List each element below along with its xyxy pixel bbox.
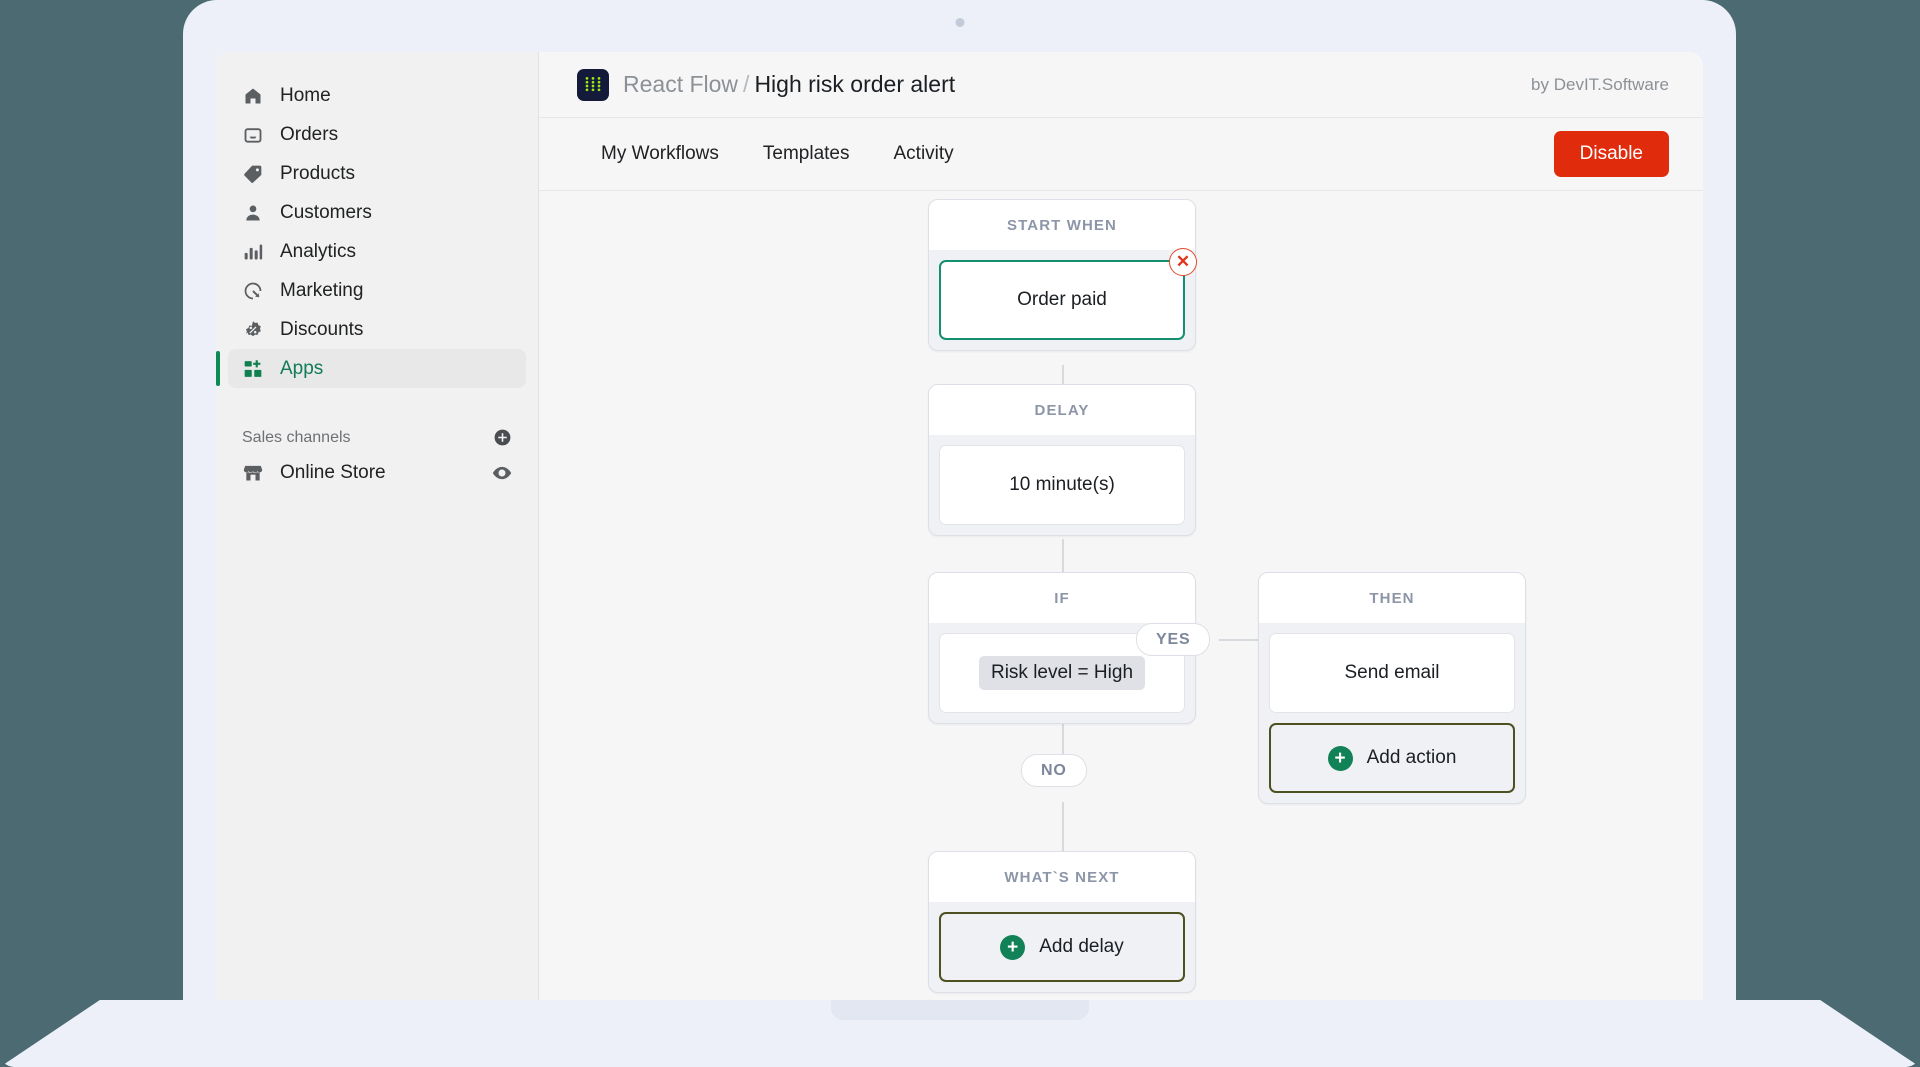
tab-templates[interactable]: Templates	[763, 143, 850, 165]
megaphone-icon	[242, 280, 264, 302]
laptop-mockup-scene: Home Orders Products Customers Analytics…	[0, 0, 1920, 1067]
edge-label-no: NO	[1021, 754, 1087, 787]
page-title: High risk order alert	[754, 71, 956, 97]
sidebar-item-orders[interactable]: Orders	[228, 115, 526, 154]
tab-my-workflows[interactable]: My Workflows	[601, 143, 719, 165]
sidebar-item-label: Orders	[280, 123, 339, 145]
sidebar-item-label: Apps	[280, 357, 324, 379]
node-delay[interactable]: DELAY 10 minute(s)	[928, 384, 1196, 536]
laptop-camera-dot	[955, 18, 964, 27]
home-icon	[242, 85, 264, 107]
sidebar-item-customers[interactable]: Customers	[228, 193, 526, 232]
node-body: Send email + Add action	[1259, 623, 1525, 803]
apps-icon	[242, 358, 264, 380]
sidebar-item-label: Discounts	[280, 318, 364, 340]
sidebar: Home Orders Products Customers Analytics…	[216, 52, 539, 1000]
node-body: + Add delay	[929, 902, 1195, 992]
bar-chart-icon	[242, 241, 264, 263]
main-area: React Flow / High risk order alert by DevI…	[539, 52, 1703, 1000]
node-whats-next[interactable]: WHAT`S NEXT + Add delay	[928, 851, 1196, 993]
sidebar-item-label: Online Store	[280, 461, 386, 483]
react-flow-app-icon	[577, 68, 609, 101]
eye-icon[interactable]	[492, 463, 512, 483]
app-screen: Home Orders Products Customers Analytics…	[216, 52, 1703, 1000]
laptop-base-notch	[831, 1000, 1089, 1020]
trigger-card[interactable]: Order paid	[939, 260, 1185, 340]
sidebar-item-label: Analytics	[280, 240, 357, 262]
add-action-label: Add action	[1366, 747, 1457, 768]
vendor-label: by DevIT.Software	[1531, 74, 1669, 94]
plus-circle-icon[interactable]	[493, 428, 512, 447]
sidebar-item-products[interactable]: Products	[228, 154, 526, 193]
action-card-send-email[interactable]: Send email	[1269, 633, 1515, 713]
plus-circle-icon: +	[1327, 745, 1353, 771]
node-start-when[interactable]: START WHEN Order paid ✕	[928, 199, 1197, 351]
workflow-canvas[interactable]: START WHEN Order paid ✕ DELAY 10 minute(…	[539, 191, 1703, 1000]
node-body: Order paid ✕	[929, 248, 1197, 350]
delay-card[interactable]: 10 minute(s)	[939, 445, 1185, 525]
sidebar-item-apps[interactable]: Apps	[216, 349, 526, 388]
sidebar-item-marketing[interactable]: Marketing	[228, 271, 526, 310]
add-delay-label: Add delay	[1039, 936, 1124, 957]
node-title: DELAY	[929, 385, 1195, 435]
breadcrumb-app-name[interactable]: React Flow	[623, 71, 738, 97]
node-then[interactable]: THEN Send email + Add action	[1258, 572, 1526, 804]
close-circle-icon[interactable]: ✕	[1169, 248, 1197, 276]
tab-bar: My Workflows Templates Activity Disable	[539, 118, 1703, 191]
edge-no-to-next	[1062, 802, 1064, 852]
sidebar-item-label: Home	[280, 84, 331, 106]
node-title: THEN	[1259, 573, 1525, 623]
node-body: 10 minute(s)	[929, 435, 1195, 535]
sidebar-item-home[interactable]: Home	[228, 76, 526, 115]
person-icon	[242, 202, 264, 224]
sidebar-item-discounts[interactable]: Discounts	[228, 310, 526, 349]
breadcrumb: React Flow / High risk order alert	[623, 71, 955, 98]
disable-button[interactable]: Disable	[1553, 131, 1669, 177]
sidebar-item-label: Marketing	[280, 279, 364, 301]
plus-circle-icon: +	[1000, 934, 1026, 960]
breadcrumb-separator: /	[743, 71, 750, 97]
sales-channels-section-header: Sales channels	[242, 428, 512, 447]
add-action-button[interactable]: + Add action	[1269, 723, 1515, 793]
sales-channels-title: Sales channels	[242, 428, 351, 446]
node-title: IF	[929, 573, 1195, 623]
tab-activity[interactable]: Activity	[894, 143, 954, 165]
app-header: React Flow / High risk order alert by DevI…	[539, 52, 1703, 118]
node-title: WHAT`S NEXT	[929, 852, 1195, 902]
edge-label-yes: YES	[1136, 623, 1211, 656]
discount-icon	[242, 319, 264, 341]
sidebar-item-label: Customers	[280, 201, 372, 223]
sidebar-item-online-store[interactable]: Online Store	[228, 453, 526, 492]
sidebar-item-label: Products	[280, 162, 355, 184]
add-delay-button[interactable]: + Add delay	[939, 912, 1185, 982]
condition-value-pill: Risk level = High	[978, 656, 1146, 690]
orders-icon	[242, 124, 264, 146]
tag-icon	[242, 163, 264, 185]
sidebar-item-analytics[interactable]: Analytics	[228, 232, 526, 271]
storefront-icon	[242, 463, 264, 483]
node-title: START WHEN	[929, 200, 1195, 250]
